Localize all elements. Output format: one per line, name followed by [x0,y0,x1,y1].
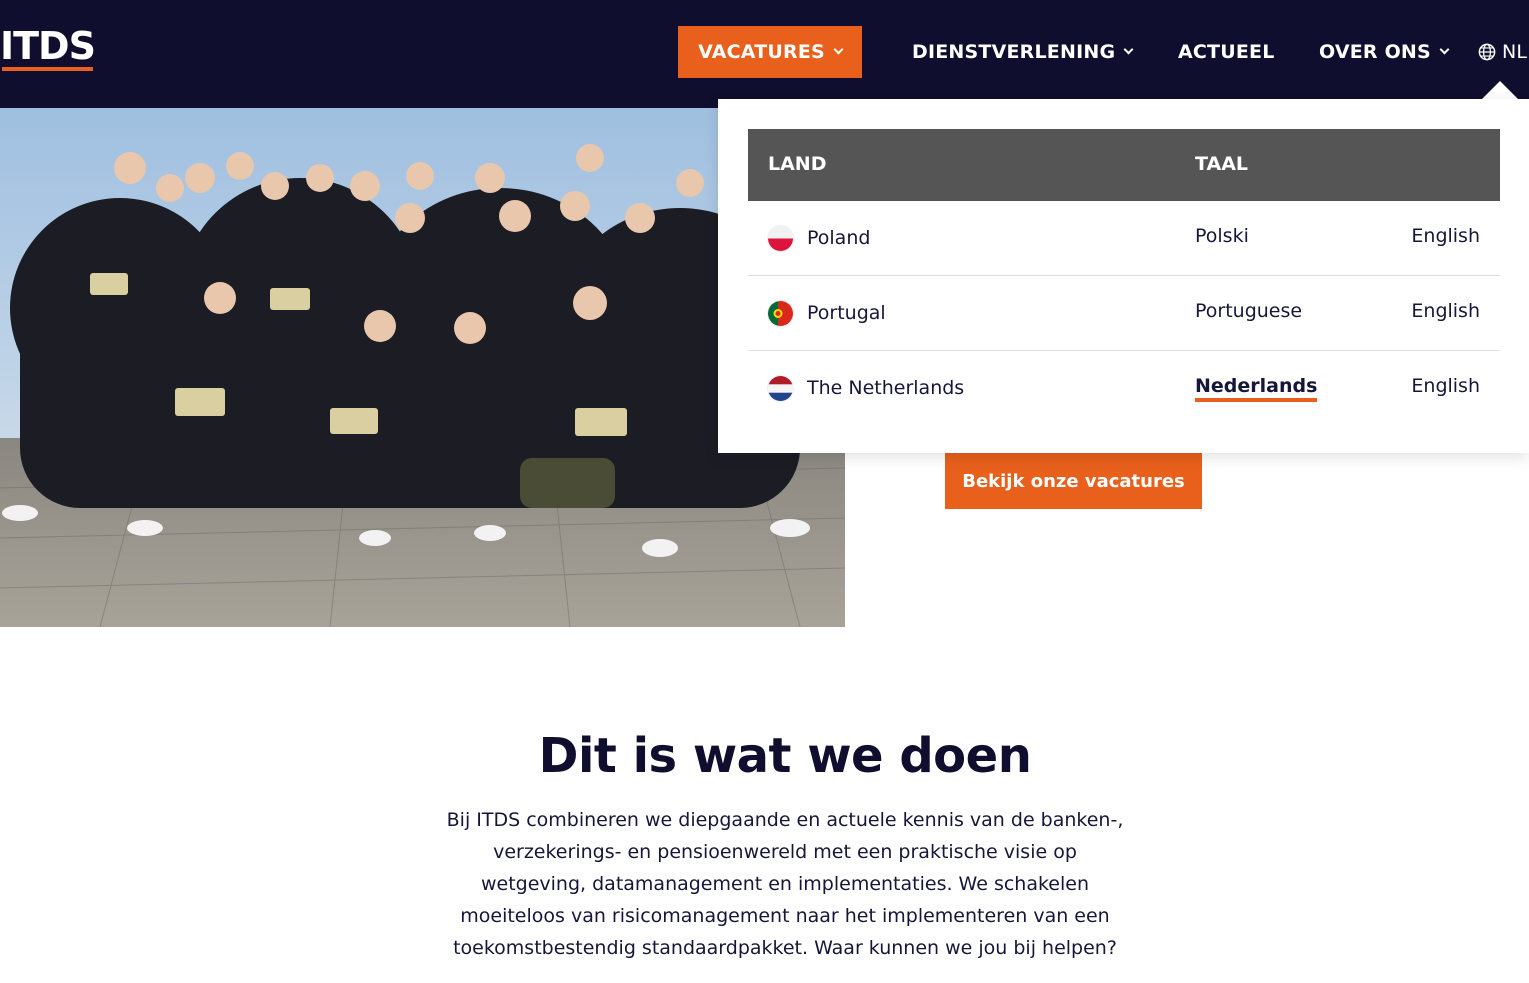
nav-over-ons-label: OVER ONS [1319,41,1431,63]
nav-over-ons[interactable]: OVER ONS [1319,26,1450,78]
nav-vacatures-label: VACATURES [698,41,825,63]
language-table-header: LAND TAAL [748,129,1500,201]
column-header-land: LAND [768,153,827,175]
nav-dienstverlening[interactable]: DIENSTVERLENING [912,26,1134,78]
poland-flag-icon [768,226,793,251]
nav-vacatures[interactable]: VACATURES [678,26,862,78]
chevron-down-icon [1123,44,1134,55]
chevron-down-icon [833,44,844,55]
section-title: Dit is wat we doen [538,728,1032,784]
language-row-netherlands: The Netherlands Nederlands English [748,351,1500,426]
language-link-english[interactable]: English [1411,300,1480,322]
country-name: Poland [807,227,871,249]
dropdown-caret [1482,81,1518,99]
language-link-local[interactable]: Portuguese [1195,300,1302,322]
language-row-portugal: Portugal Portuguese English [748,276,1500,351]
language-link-english[interactable]: English [1411,225,1480,247]
nav-dienstverlening-label: DIENSTVERLENING [912,41,1116,63]
language-switcher[interactable]: NL [1478,26,1527,78]
language-row-poland: Poland Polski English [748,201,1500,276]
logo-underline [2,67,93,71]
country-name: Portugal [807,302,886,324]
site-header: ITDS VACATURES DIENSTVERLENING ACTUEEL O… [0,0,1529,108]
language-link-local-active[interactable]: Nederlands [1195,375,1318,402]
language-switcher-label: NL [1502,41,1528,63]
netherlands-flag-icon [768,376,793,401]
portugal-flag-icon [768,301,793,326]
nav-actueel-label: ACTUEEL [1178,41,1275,63]
language-link-english[interactable]: English [1411,375,1480,397]
chevron-down-icon [1439,44,1450,55]
section-description: Bij ITDS combineren we diepgaande en act… [446,809,1124,959]
page: ITDS VACATURES DIENSTVERLENING ACTUEEL O… [0,0,1529,983]
view-vacancies-button[interactable]: Bekijk onze vacatures [945,453,1202,509]
nav-actueel[interactable]: ACTUEEL [1178,26,1275,78]
language-dropdown: LAND TAAL Poland Polski English Portugal… [718,99,1529,453]
globe-icon [1478,43,1496,61]
column-header-taal: TAAL [1195,153,1249,175]
language-link-local[interactable]: Polski [1195,225,1249,247]
country-name: The Netherlands [807,377,965,399]
